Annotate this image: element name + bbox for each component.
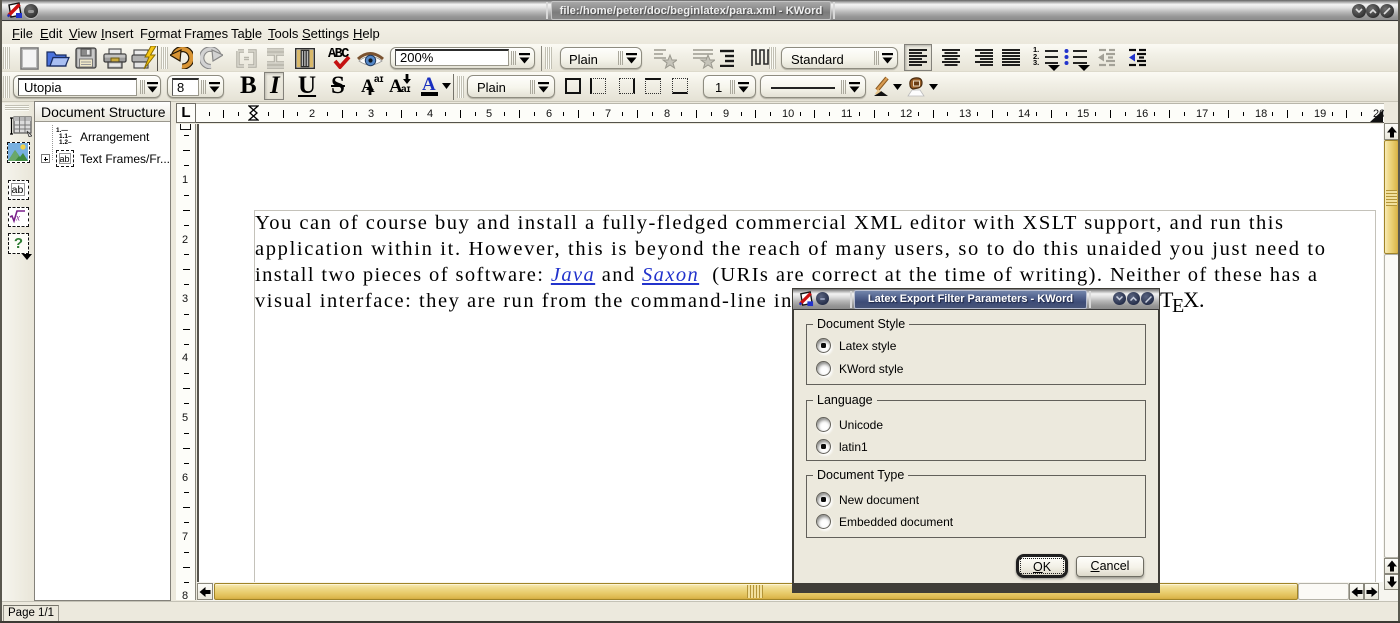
svg-text:x: x: [15, 213, 20, 223]
